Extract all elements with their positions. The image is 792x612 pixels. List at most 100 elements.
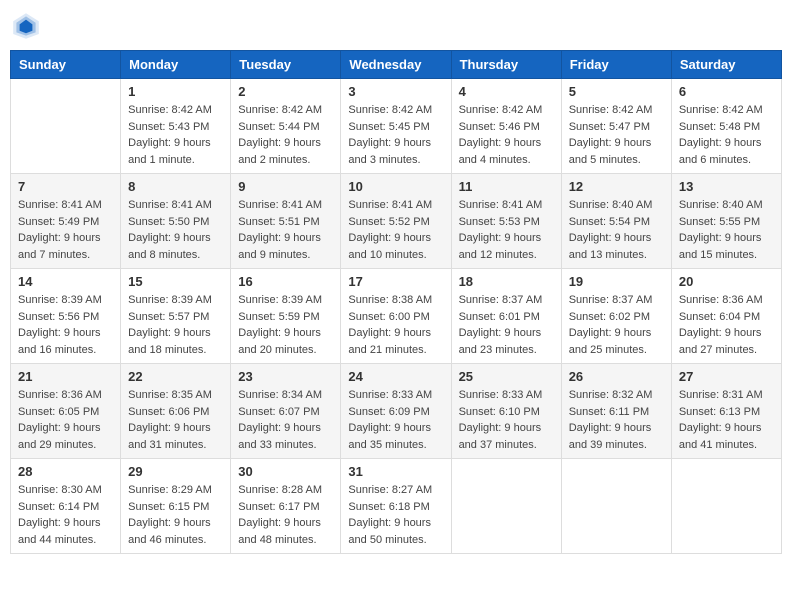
calendar-cell: 26 Sunrise: 8:32 AMSunset: 6:11 PMDayligh… <box>561 364 671 459</box>
calendar-cell: 19Sunrise: 8:37 AMSunset: 6:02 PMDayligh… <box>561 269 671 364</box>
calendar-cell: 1 Sunrise: 8:42 AMSunset: 5:43 PMDaylight… <box>121 79 231 174</box>
calendar-cell: 3 Sunrise: 8:42 AMSunset: 5:45 PMDaylight… <box>341 79 451 174</box>
day-number: 28 <box>18 464 113 479</box>
day-number: 25 <box>459 369 554 384</box>
calendar-cell: 31 Sunrise: 8:27 AMSunset: 6:18 PMDayligh… <box>341 459 451 554</box>
calendar-cell: 29 Sunrise: 8:29 AMSunset: 6:15 PMDayligh… <box>121 459 231 554</box>
day-number: 21 <box>18 369 113 384</box>
calendar-cell: 22 Sunrise: 8:35 AMSunset: 6:06 PMDayligh… <box>121 364 231 459</box>
day-info: Sunrise: 8:42 AMSunset: 5:47 PMDaylight:… <box>569 102 664 168</box>
day-number: 6 <box>679 84 774 99</box>
weekday-header-friday: Friday <box>561 51 671 79</box>
calendar-cell <box>561 459 671 554</box>
weekday-header-saturday: Saturday <box>671 51 781 79</box>
day-info: Sunrise: 8:39 AMSunset: 5:56 PMDaylight:… <box>18 292 113 358</box>
calendar-week-row: 7 Sunrise: 8:41 AMSunset: 5:49 PMDaylight… <box>11 174 782 269</box>
calendar-cell: 18 Sunrise: 8:37 AMSunset: 6:01 PMDayligh… <box>451 269 561 364</box>
page-header <box>10 10 782 42</box>
day-info: Sunrise: 8:41 AMSunset: 5:53 PMDaylight:… <box>459 197 554 263</box>
calendar-cell: 10Sunrise: 8:41 AMSunset: 5:52 PMDayligh… <box>341 174 451 269</box>
calendar-cell: 4 Sunrise: 8:42 AMSunset: 5:46 PMDaylight… <box>451 79 561 174</box>
day-number: 12 <box>569 179 664 194</box>
day-info: Sunrise: 8:42 AMSunset: 5:48 PMDaylight:… <box>679 102 774 168</box>
day-info: Sunrise: 8:40 AMSunset: 5:54 PMDaylight:… <box>569 197 664 263</box>
day-number: 3 <box>348 84 443 99</box>
day-info: Sunrise: 8:40 AMSunset: 5:55 PMDaylight:… <box>679 197 774 263</box>
day-number: 10 <box>348 179 443 194</box>
day-number: 27 <box>679 369 774 384</box>
day-number: 1 <box>128 84 223 99</box>
day-number: 19 <box>569 274 664 289</box>
day-number: 26 <box>569 369 664 384</box>
day-info: Sunrise: 8:35 AMSunset: 6:06 PMDaylight:… <box>128 387 223 453</box>
day-info: Sunrise: 8:28 AMSunset: 6:17 PMDaylight:… <box>238 482 333 548</box>
weekday-header-monday: Monday <box>121 51 231 79</box>
calendar-cell: 13 Sunrise: 8:40 AMSunset: 5:55 PMDayligh… <box>671 174 781 269</box>
day-info: Sunrise: 8:42 AMSunset: 5:45 PMDaylight:… <box>348 102 443 168</box>
day-info: Sunrise: 8:30 AMSunset: 6:14 PMDaylight:… <box>18 482 113 548</box>
calendar-cell: 20 Sunrise: 8:36 AMSunset: 6:04 PMDayligh… <box>671 269 781 364</box>
day-number: 31 <box>348 464 443 479</box>
day-info: Sunrise: 8:36 AMSunset: 6:05 PMDaylight:… <box>18 387 113 453</box>
calendar-week-row: 21 Sunrise: 8:36 AMSunset: 6:05 PMDayligh… <box>11 364 782 459</box>
day-info: Sunrise: 8:33 AMSunset: 6:09 PMDaylight:… <box>348 387 443 453</box>
day-info: Sunrise: 8:27 AMSunset: 6:18 PMDaylight:… <box>348 482 443 548</box>
day-info: Sunrise: 8:39 AMSunset: 5:57 PMDaylight:… <box>128 292 223 358</box>
calendar-week-row: 28 Sunrise: 8:30 AMSunset: 6:14 PMDayligh… <box>11 459 782 554</box>
day-info: Sunrise: 8:42 AMSunset: 5:44 PMDaylight:… <box>238 102 333 168</box>
day-number: 9 <box>238 179 333 194</box>
day-info: Sunrise: 8:37 AMSunset: 6:01 PMDaylight:… <box>459 292 554 358</box>
day-info: Sunrise: 8:29 AMSunset: 6:15 PMDaylight:… <box>128 482 223 548</box>
day-number: 29 <box>128 464 223 479</box>
calendar-week-row: 1 Sunrise: 8:42 AMSunset: 5:43 PMDaylight… <box>11 79 782 174</box>
day-info: Sunrise: 8:32 AMSunset: 6:11 PMDaylight:… <box>569 387 664 453</box>
day-number: 11 <box>459 179 554 194</box>
calendar-cell: 21 Sunrise: 8:36 AMSunset: 6:05 PMDayligh… <box>11 364 121 459</box>
weekday-header-wednesday: Wednesday <box>341 51 451 79</box>
day-info: Sunrise: 8:42 AMSunset: 5:43 PMDaylight:… <box>128 102 223 168</box>
day-number: 2 <box>238 84 333 99</box>
calendar-cell: 12 Sunrise: 8:40 AMSunset: 5:54 PMDayligh… <box>561 174 671 269</box>
day-info: Sunrise: 8:42 AMSunset: 5:46 PMDaylight:… <box>459 102 554 168</box>
calendar-cell: 8 Sunrise: 8:41 AMSunset: 5:50 PMDaylight… <box>121 174 231 269</box>
day-number: 18 <box>459 274 554 289</box>
calendar-cell: 27 Sunrise: 8:31 AMSunset: 6:13 PMDayligh… <box>671 364 781 459</box>
calendar-week-row: 14 Sunrise: 8:39 AMSunset: 5:56 PMDayligh… <box>11 269 782 364</box>
day-info: Sunrise: 8:41 AMSunset: 5:51 PMDaylight:… <box>238 197 333 263</box>
calendar-cell <box>451 459 561 554</box>
day-number: 16 <box>238 274 333 289</box>
day-number: 4 <box>459 84 554 99</box>
day-number: 23 <box>238 369 333 384</box>
day-info: Sunrise: 8:36 AMSunset: 6:04 PMDaylight:… <box>679 292 774 358</box>
calendar-cell: 28 Sunrise: 8:30 AMSunset: 6:14 PMDayligh… <box>11 459 121 554</box>
calendar-cell: 24 Sunrise: 8:33 AMSunset: 6:09 PMDayligh… <box>341 364 451 459</box>
day-info: Sunrise: 8:33 AMSunset: 6:10 PMDaylight:… <box>459 387 554 453</box>
day-number: 20 <box>679 274 774 289</box>
logo-icon <box>10 10 42 42</box>
day-number: 22 <box>128 369 223 384</box>
day-info: Sunrise: 8:31 AMSunset: 6:13 PMDaylight:… <box>679 387 774 453</box>
day-number: 7 <box>18 179 113 194</box>
day-number: 17 <box>348 274 443 289</box>
day-number: 24 <box>348 369 443 384</box>
day-info: Sunrise: 8:38 AMSunset: 6:00 PMDaylight:… <box>348 292 443 358</box>
calendar-cell: 17 Sunrise: 8:38 AMSunset: 6:00 PMDayligh… <box>341 269 451 364</box>
day-number: 14 <box>18 274 113 289</box>
day-info: Sunrise: 8:41 AMSunset: 5:49 PMDaylight:… <box>18 197 113 263</box>
calendar-cell: 14 Sunrise: 8:39 AMSunset: 5:56 PMDayligh… <box>11 269 121 364</box>
calendar-cell <box>671 459 781 554</box>
calendar-cell: 11 Sunrise: 8:41 AMSunset: 5:53 PMDayligh… <box>451 174 561 269</box>
day-info: Sunrise: 8:34 AMSunset: 6:07 PMDaylight:… <box>238 387 333 453</box>
calendar-cell: 23 Sunrise: 8:34 AMSunset: 6:07 PMDayligh… <box>231 364 341 459</box>
day-info: Sunrise: 8:41 AMSunset: 5:50 PMDaylight:… <box>128 197 223 263</box>
calendar-cell: 5 Sunrise: 8:42 AMSunset: 5:47 PMDaylight… <box>561 79 671 174</box>
day-number: 5 <box>569 84 664 99</box>
calendar-cell <box>11 79 121 174</box>
day-number: 13 <box>679 179 774 194</box>
day-number: 8 <box>128 179 223 194</box>
weekday-header-thursday: Thursday <box>451 51 561 79</box>
calendar-cell: 25 Sunrise: 8:33 AMSunset: 6:10 PMDayligh… <box>451 364 561 459</box>
calendar-cell: 6 Sunrise: 8:42 AMSunset: 5:48 PMDaylight… <box>671 79 781 174</box>
day-info: Sunrise: 8:39 AMSunset: 5:59 PMDaylight:… <box>238 292 333 358</box>
day-number: 15 <box>128 274 223 289</box>
